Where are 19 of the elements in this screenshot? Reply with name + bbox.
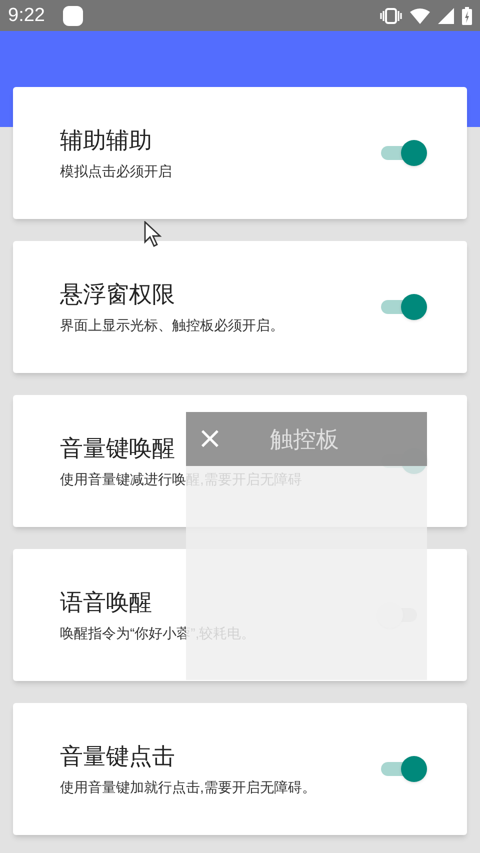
- setting-title: 悬浮窗权限: [60, 280, 175, 308]
- setting-description: 模拟点击必须开启: [60, 162, 172, 180]
- setting-description: 界面上显示光标、触控板必须开启。: [60, 316, 284, 334]
- touchpad-title: 触控板: [270, 424, 339, 454]
- signal-icon: [438, 8, 454, 24]
- toggle-switch[interactable]: [381, 294, 427, 320]
- clock: 9:22: [8, 6, 45, 25]
- setting-description: 使用音量键加就行点击,需要开启无障碍。: [60, 778, 316, 796]
- toggle-switch[interactable]: [381, 756, 427, 782]
- notification-icon: [62, 6, 83, 26]
- setting-title: 音量键点击: [60, 742, 175, 770]
- setting-title: 语音唤醒: [60, 588, 152, 616]
- setting-title: 音量键唤醒: [60, 434, 175, 462]
- battery-icon: [462, 6, 472, 24]
- vibrate-icon: [380, 8, 402, 24]
- toggle-switch[interactable]: [381, 140, 427, 166]
- setting-title: 辅助辅助: [60, 126, 152, 154]
- wifi-icon: [410, 8, 430, 24]
- close-button[interactable]: ×: [186, 412, 234, 466]
